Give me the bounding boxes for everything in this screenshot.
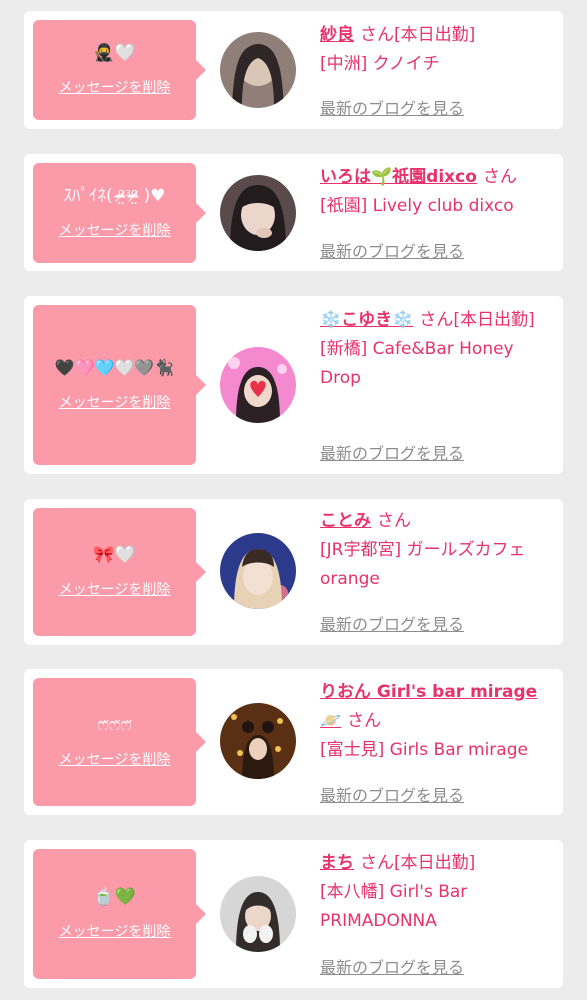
status-badge: [本日出勤]: [453, 310, 535, 330]
message-card: ෆ̈ෆ̈ෆ̈ メッセージを削除 りおん Girl's bar mirage 🪐 さ…: [24, 669, 563, 815]
shop-name: [中洲] クノイチ: [320, 54, 440, 74]
delete-message-link[interactable]: メッセージを削除: [59, 921, 171, 941]
honorific: さん: [360, 25, 394, 45]
message-bubble: ｽﾊﾟｲﾈ( ᵒ̴̶̷̤ᵌᵒ̴̶̷̤ )♥ メッセージを削除: [33, 163, 206, 263]
avatar[interactable]: [220, 533, 296, 609]
message-card: 🖤🩷🩵🤍🩶🐈‍⬛ メッセージを削除 ❄️こゆき❄️ さん[本日出勤] [新橋] C…: [24, 296, 563, 474]
shop-name: [富士見] Girls Bar mirage: [320, 740, 528, 760]
delete-message-link[interactable]: メッセージを削除: [59, 579, 171, 599]
delete-message-link[interactable]: メッセージを削除: [59, 392, 171, 412]
cast-name-link[interactable]: まち: [320, 853, 354, 873]
cast-name-link[interactable]: いろは🌱祇園dixco: [320, 167, 477, 187]
honorific: さん: [482, 167, 517, 187]
status-badge: [本日出勤]: [394, 853, 476, 873]
message-text: ෆ̈ෆ̈ෆ̈: [97, 715, 132, 735]
message-bubble: 🍵💚 メッセージを削除: [33, 849, 206, 979]
avatar[interactable]: [220, 703, 296, 779]
cast-info: 紗良 さん[本日出勤] [中洲] クノイチ: [320, 21, 556, 79]
message-bubble: 🖤🩷🩵🤍🩶🐈‍⬛ メッセージを削除: [33, 305, 206, 465]
honorific: さん: [360, 853, 394, 873]
delete-message-link[interactable]: メッセージを削除: [59, 220, 171, 240]
cast-info: ❄️こゆき❄️ さん[本日出勤] [新橋] Cafe&Bar Honey Drop: [320, 306, 556, 393]
avatar[interactable]: [220, 32, 296, 108]
cast-name-link[interactable]: ことみ: [320, 511, 371, 531]
honorific: さん: [419, 310, 454, 330]
avatar[interactable]: [220, 876, 296, 952]
message-text: 🥷🤍: [93, 43, 136, 63]
delete-message-link[interactable]: メッセージを削除: [59, 749, 171, 769]
message-text: ｽﾊﾟｲﾈ( ᵒ̴̶̷̤ᵌᵒ̴̶̷̤ )♥: [63, 186, 166, 206]
message-card: ｽﾊﾟｲﾈ( ᵒ̴̶̷̤ᵌᵒ̴̶̷̤ )♥ メッセージを削除 いろは🌱祇園dix…: [24, 154, 563, 271]
message-bubble: 🥷🤍 メッセージを削除: [33, 20, 206, 120]
message-bubble: 🎀🤍 メッセージを削除: [33, 508, 206, 636]
cast-info: いろは🌱祇園dixco さん [祇園] Lively club dixco: [320, 163, 556, 221]
cast-name-link[interactable]: ❄️こゆき❄️: [320, 310, 413, 330]
shop-name: [祇園] Lively club dixco: [320, 196, 514, 216]
message-bubble: ෆ̈ෆ̈ෆ̈ メッセージを削除: [33, 678, 206, 806]
latest-blog-link[interactable]: 最新のブログを見る: [320, 782, 464, 806]
shop-name: [新橋] Cafe&Bar Honey Drop: [320, 339, 514, 388]
delete-message-link[interactable]: メッセージを削除: [59, 77, 171, 97]
honorific: さん: [377, 511, 411, 531]
latest-blog-link[interactable]: 最新のブログを見る: [320, 611, 464, 635]
shop-name: [JR宇都宮] ガールズカフェ orange: [320, 540, 526, 589]
cast-name-link[interactable]: 紗良: [320, 25, 354, 45]
latest-blog-link[interactable]: 最新のブログを見る: [320, 954, 464, 978]
message-card: 🥷🤍 メッセージを削除 紗良 さん[本日出勤] [中洲] クノイチ 最新のブログを…: [24, 11, 563, 129]
avatar[interactable]: [220, 347, 296, 423]
cast-info: まち さん[本日出勤] [本八幡] Girl's Bar PRIMADONNA: [320, 849, 556, 936]
honorific: さん: [347, 711, 382, 731]
message-text: 🖤🩷🩵🤍🩶🐈‍⬛: [54, 358, 175, 377]
status-badge: [本日出勤]: [394, 25, 476, 45]
cast-info: ことみ さん [JR宇都宮] ガールズカフェ orange: [320, 507, 556, 594]
message-text: 🍵💚: [93, 887, 136, 907]
cast-info: りおん Girl's bar mirage 🪐 さん [富士見] Girls Ba…: [320, 678, 556, 765]
latest-blog-link[interactable]: 最新のブログを見る: [320, 95, 464, 119]
message-card: 🍵💚 メッセージを削除 まち さん[本日出勤] [本八幡] Girl's Bar …: [24, 840, 563, 988]
latest-blog-link[interactable]: 最新のブログを見る: [320, 238, 464, 262]
message-card: 🎀🤍 メッセージを削除 ことみ さん [JR宇都宮] ガールズカフェ orange…: [24, 499, 563, 645]
latest-blog-link[interactable]: 最新のブログを見る: [320, 440, 464, 464]
message-text: 🎀🤍: [93, 545, 136, 565]
shop-name: [本八幡] Girl's Bar PRIMADONNA: [320, 882, 468, 931]
avatar[interactable]: [220, 175, 296, 251]
